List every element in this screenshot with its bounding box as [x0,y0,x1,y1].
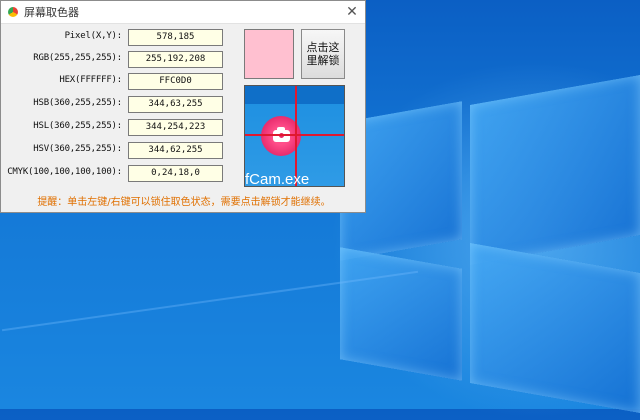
color-swatch [244,29,294,79]
windows-logo-pane-bottom-left [340,247,462,381]
magnifier-preview: fCam.exe [244,85,345,187]
field-label: Pixel(X,Y): [64,31,123,41]
field-label: HSV(360,255,255): [33,144,122,154]
field-label: RGB(255,255,255): [33,53,122,63]
unlock-button[interactable]: 点击这 里解锁 [301,29,345,79]
window-title: 屏幕取色器 [24,6,79,19]
field-label: HSB(360,255,255): [33,98,122,108]
field-value-cmyk[interactable]: 0,24,18,0 [128,165,223,182]
unlock-button-line1: 点击这 [306,41,340,54]
windows-logo-pane-bottom-right [470,243,640,413]
field-value-hsl[interactable]: 344,254,223 [128,119,223,136]
close-icon[interactable]: ✕ [339,4,365,20]
field-label: HSL(360,255,255): [33,121,122,131]
field-label: CMYK(100,100,100,100): [7,167,122,177]
magnifier-filename: fCam.exe [245,171,310,187]
app-icon [7,6,19,18]
field-value-rgb[interactable]: 255,192,208 [128,51,223,68]
tip-text: 提醒：单击左键/右键可以锁住取色状态，需要点击解锁才能继续。 [37,197,331,208]
field-value-pixel[interactable]: 578,185 [128,29,223,46]
field-label: HEX(FFFFFF): [59,75,122,85]
crosshair-horizontal [245,134,344,136]
title-bar[interactable]: 屏幕取色器 ✕ [1,1,365,24]
unlock-button-line2: 里解锁 [306,54,340,67]
color-picker-window: 屏幕取色器 ✕ Pixel(X,Y): 578,185 RGB(255,255,… [0,0,366,213]
field-value-hex[interactable]: FFC0D0 [128,73,223,90]
field-value-hsb[interactable]: 344,63,255 [128,96,223,113]
windows-logo-pane-top-right [470,75,640,265]
field-value-hsv[interactable]: 344,62,255 [128,142,223,159]
